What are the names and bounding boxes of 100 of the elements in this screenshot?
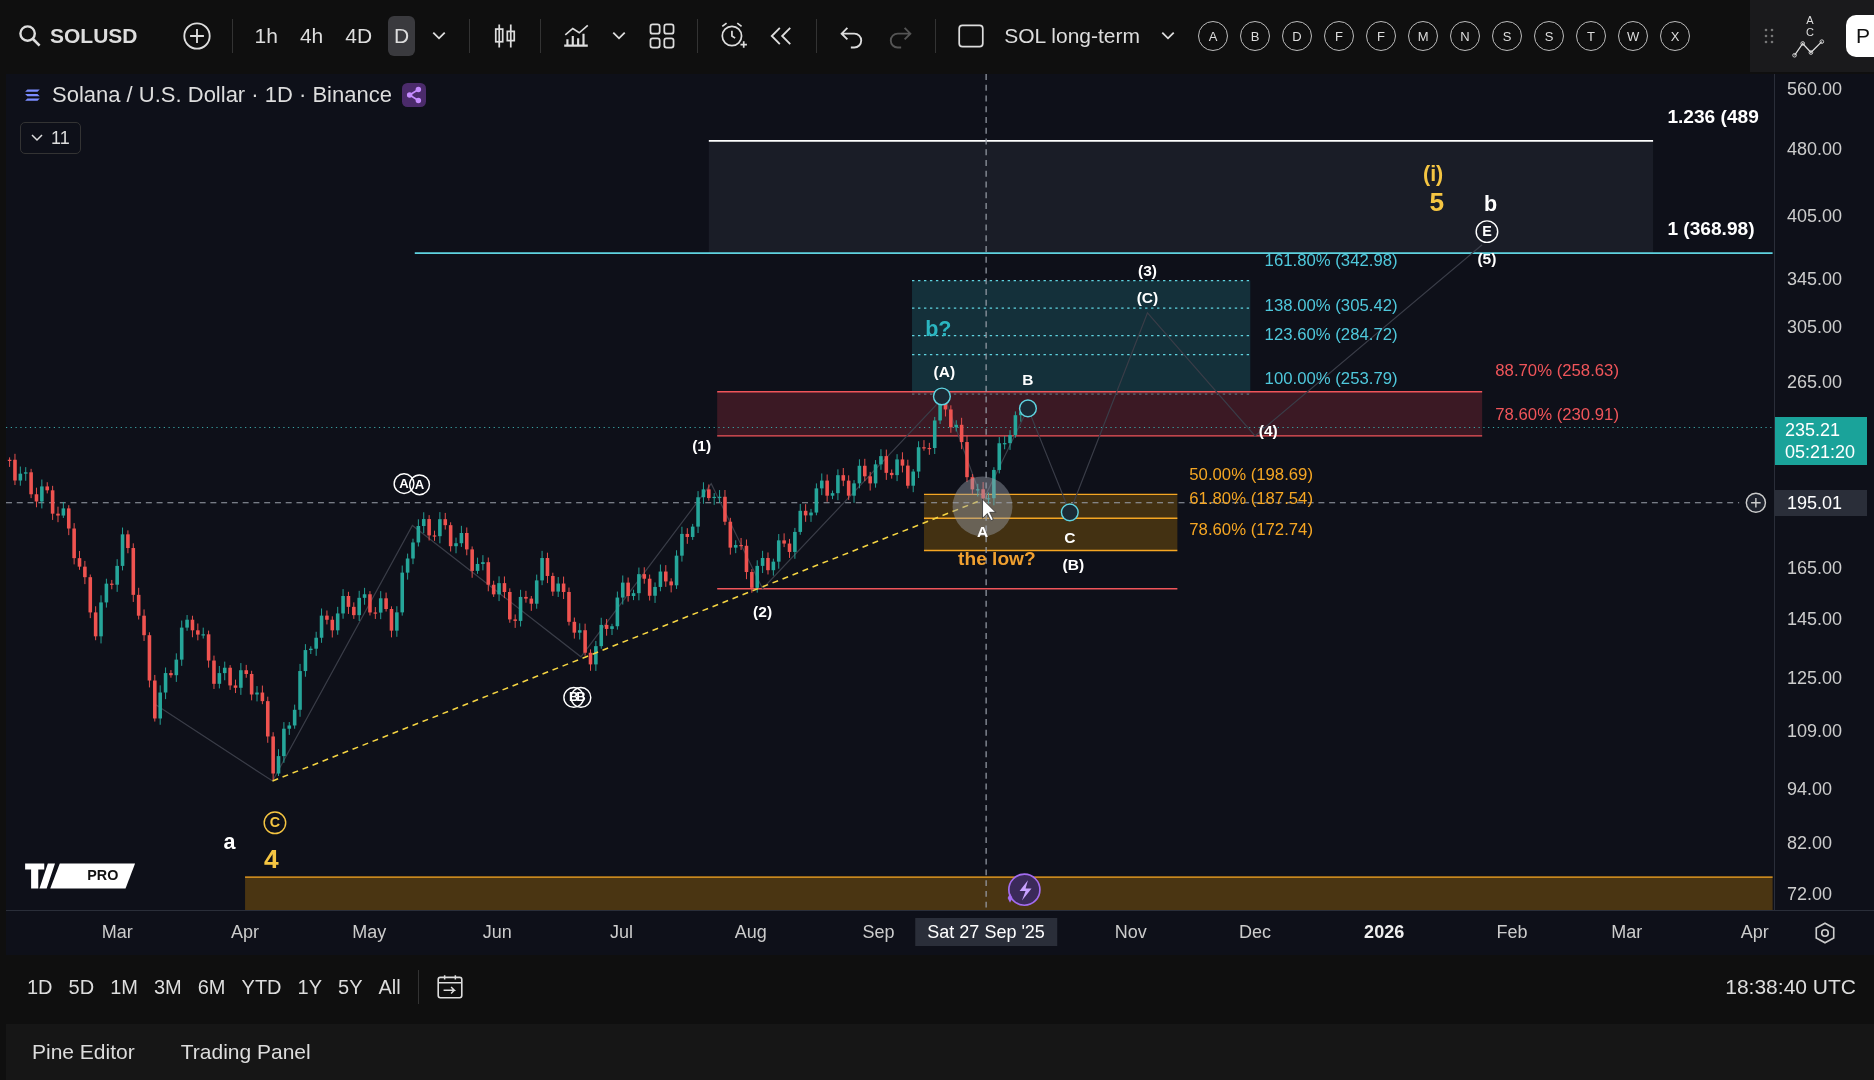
countdown: 05:21:20	[1785, 441, 1857, 464]
panel-tab[interactable]: Pine Editor	[24, 1034, 143, 1070]
wave-label: (1)	[692, 436, 712, 454]
symbol-search-button[interactable]: SOLUSD	[14, 18, 142, 54]
wave-label: C	[1064, 528, 1076, 546]
wave-label: (i)	[1423, 162, 1444, 187]
caret-icon[interactable]	[431, 30, 448, 42]
fib-level-label: 88.70% (258.63)	[1495, 360, 1619, 380]
share-icon[interactable]	[401, 83, 426, 107]
wave-label: C	[263, 811, 287, 835]
price-tick: 109.00	[1787, 720, 1843, 743]
interval-button[interactable]: D	[388, 16, 416, 56]
pattern-tool-button[interactable]: A C	[1788, 14, 1832, 58]
time-tick: Apr	[1740, 921, 1769, 944]
wave-label: (C)	[1136, 288, 1159, 306]
time-tick: Jul	[610, 921, 634, 944]
fib-level-label: 161.80% (342.98)	[1264, 250, 1398, 270]
price-tick: 345.00	[1787, 267, 1843, 290]
price-tick: 480.00	[1787, 138, 1843, 161]
range-button[interactable]: All	[373, 969, 406, 1005]
wave-label: 5	[1429, 187, 1445, 218]
calendar-icon[interactable]	[434, 972, 465, 1002]
price-tick: 560.00	[1787, 77, 1843, 100]
wave-label: (B)	[1062, 556, 1085, 574]
chart-title: Solana / U.S. Dollar · 1D · Binance	[52, 82, 392, 108]
indicators-toggle-button[interactable]: 11	[20, 122, 81, 154]
interval-button[interactable]: 1h	[248, 16, 284, 56]
price-tick: 145.00	[1787, 608, 1843, 631]
interval-button[interactable]: 4h	[293, 16, 330, 56]
clock: 18:38:40 UTC	[1725, 975, 1856, 999]
fib-level-label: 61.80% (187.54)	[1189, 488, 1313, 508]
crosshair-date-label: Sat 27 Sep '25	[915, 918, 1057, 946]
range-button[interactable]: 1M	[105, 969, 143, 1005]
range-button[interactable]: 1D	[22, 969, 58, 1005]
price-tick: 405.00	[1787, 204, 1843, 227]
range-button[interactable]: 3M	[148, 969, 187, 1005]
caret-icon[interactable]	[611, 30, 628, 42]
wave-label: B	[1022, 371, 1034, 389]
alarm-clock-icon[interactable]	[718, 21, 749, 51]
wave-label: a	[223, 829, 236, 854]
time-tick: Nov	[1114, 921, 1147, 944]
wave-label: (2)	[753, 602, 773, 620]
price-tick: 72.00	[1787, 883, 1833, 906]
settings-icon[interactable]	[1812, 921, 1837, 945]
price-tick: 265.00	[1787, 371, 1843, 394]
fib-level-label: 1 (368.98)	[1667, 218, 1755, 240]
price-tick: 125.00	[1787, 666, 1843, 689]
range-button[interactable]: YTD	[236, 969, 287, 1005]
cursor-icon	[952, 476, 1013, 537]
time-tick: Jun	[482, 921, 512, 944]
price-tick: 165.00	[1787, 557, 1843, 580]
time-tick: Dec	[1239, 921, 1272, 944]
range-button[interactable]: 5D	[63, 969, 100, 1005]
publish-button[interactable]: P	[1846, 15, 1874, 57]
wave-label: b	[1483, 192, 1498, 217]
caret-icon[interactable]	[1160, 30, 1177, 42]
fib-level-label: 78.60% (172.74)	[1189, 519, 1313, 539]
wave-label: (3)	[1138, 262, 1157, 280]
lightning-icon[interactable]	[1007, 873, 1041, 907]
wave-label: A	[976, 522, 989, 540]
crosshair-price-label: 195.01	[1775, 489, 1867, 516]
wave-label: the low?	[958, 548, 1036, 570]
wave-label: A	[409, 474, 431, 496]
logo-icon	[25, 863, 136, 889]
panel-tab[interactable]: Trading Panel	[172, 1034, 319, 1070]
wave-label: (5)	[1477, 250, 1497, 268]
range-button[interactable]: 6M	[192, 969, 231, 1005]
wave-label: A	[393, 473, 415, 495]
time-tick: Mar	[1611, 921, 1643, 944]
layout-name-button[interactable]: SOL long-term	[1000, 18, 1145, 54]
caret-icon	[31, 134, 43, 142]
wave-label: (4)	[1258, 422, 1278, 440]
search-icon	[18, 24, 42, 48]
add-icon[interactable]	[181, 21, 212, 51]
interval-button[interactable]: 4D	[339, 16, 379, 56]
time-tick: May	[352, 921, 387, 944]
grip-icon[interactable]	[1764, 26, 1774, 46]
time-tick: Aug	[734, 921, 767, 944]
time-tick: Apr	[231, 921, 260, 944]
fib-level-label: 123.60% (284.72)	[1264, 324, 1398, 344]
square-icon[interactable]	[956, 21, 987, 51]
add-icon[interactable]	[1745, 492, 1767, 513]
price-tick: 82.00	[1787, 832, 1833, 855]
price-tick: 94.00	[1787, 778, 1833, 801]
fib-level-label: 100.00% (253.79)	[1264, 369, 1398, 389]
price-value: 235.21	[1785, 419, 1842, 442]
wave-label: 4	[264, 844, 279, 874]
price-tick: 305.00	[1787, 316, 1843, 339]
fib-level-label: 1.236 (489	[1667, 106, 1759, 128]
logo-label: PRO	[87, 867, 119, 884]
fib-level-label: 138.00% (305.42)	[1264, 296, 1398, 316]
range-button[interactable]: 5Y	[333, 969, 368, 1005]
wave-label: (A)	[933, 362, 956, 380]
wave-label: E	[1475, 220, 1499, 244]
stripes-icon	[24, 87, 42, 103]
range-button[interactable]: 1Y	[292, 969, 327, 1005]
time-tick: Feb	[1496, 921, 1528, 944]
fib-level-label: 78.60% (230.91)	[1495, 405, 1619, 424]
time-tick: Mar	[101, 921, 133, 944]
fib-level-label: 50.00% (198.69)	[1189, 464, 1313, 484]
